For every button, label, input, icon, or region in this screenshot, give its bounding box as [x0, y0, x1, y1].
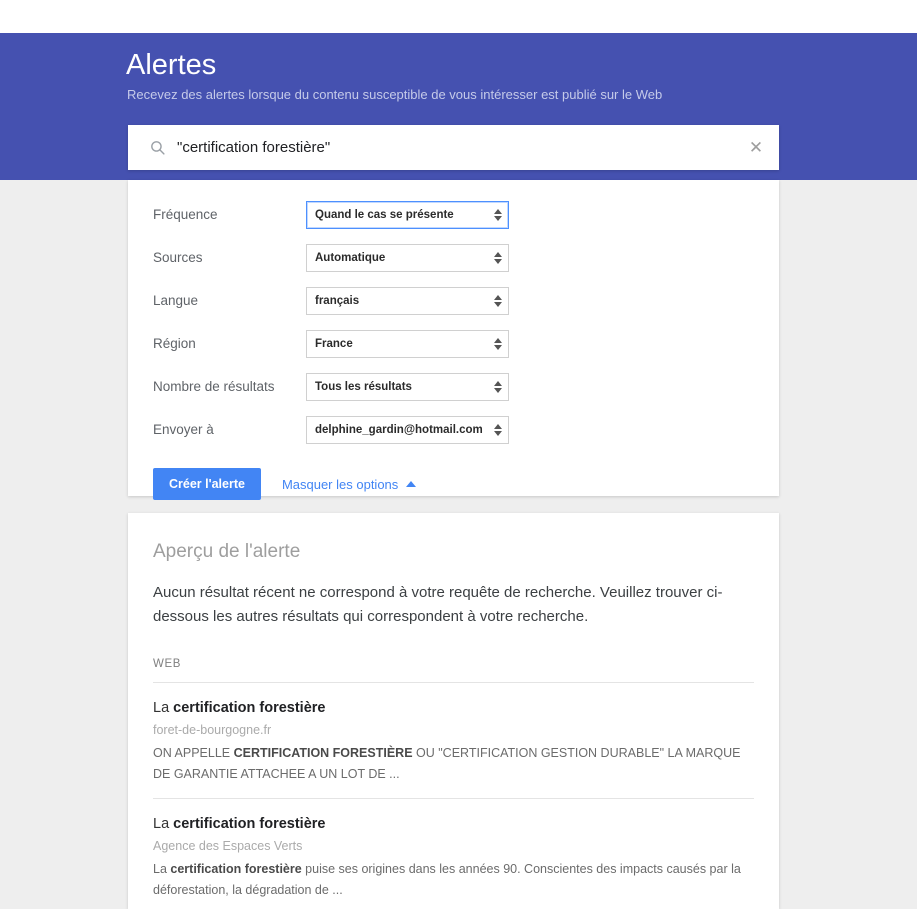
- result-title[interactable]: La certification forestière: [153, 813, 754, 835]
- result-title-prefix: La: [153, 816, 174, 832]
- list-item[interactable]: La certification forestière Agence des E…: [153, 799, 754, 909]
- option-row-region: Région France: [128, 322, 779, 365]
- page-title: Alertes: [126, 49, 217, 81]
- hide-options-label: Masquer les options: [281, 476, 399, 492]
- select-envoyer-a[interactable]: delphine_gardin@hotmail.com: [306, 415, 509, 444]
- select-sources-wrap: Automatique: [306, 243, 509, 272]
- list-item[interactable]: La certification forestière foret-de-bou…: [153, 683, 754, 799]
- alerts-page: Alertes Recevez des alertes lorsque du c…: [0, 0, 917, 909]
- select-sources[interactable]: Automatique: [306, 243, 509, 272]
- select-nombre-resultats-wrap: Tous les résultats: [306, 372, 509, 401]
- select-frequence[interactable]: Quand le cas se présente: [306, 200, 509, 229]
- label-region: Région: [153, 335, 196, 351]
- select-frequence-wrap: Quand le cas se présente: [306, 200, 509, 229]
- label-langue: Langue: [153, 292, 199, 308]
- select-langue-wrap: français: [306, 286, 509, 315]
- result-source: foret-de-bourgogne.fr: [153, 723, 272, 737]
- result-title-bold: certification forestière: [173, 700, 326, 716]
- result-title[interactable]: La certification forestière: [153, 697, 754, 719]
- label-sources: Sources: [153, 249, 203, 265]
- snippet-part: ON APPELLE: [153, 746, 234, 760]
- select-region-wrap: France: [306, 329, 509, 358]
- preview-inner: Aperçu de l'alerte Aucun résultat récent…: [128, 513, 779, 909]
- option-row-frequence: Fréquence Quand le cas se présente: [128, 193, 779, 236]
- select-region[interactable]: France: [306, 329, 509, 358]
- create-alert-button[interactable]: Créer l'alerte: [153, 468, 261, 500]
- result-snippet: ON APPELLE CERTIFICATION FORESTIÈRE OU "…: [153, 743, 753, 785]
- hide-options-link[interactable]: Masquer les options: [281, 476, 417, 492]
- option-row-sources: Sources Automatique: [128, 236, 779, 279]
- label-frequence: Fréquence: [153, 206, 218, 222]
- select-nombre-resultats[interactable]: Tous les résultats: [306, 372, 509, 401]
- select-langue[interactable]: français: [306, 286, 509, 315]
- option-row-nombre-resultats: Nombre de résultats Tous les résultats: [128, 365, 779, 408]
- result-source: Agence des Espaces Verts: [153, 839, 303, 853]
- alert-options-card: Fréquence Quand le cas se présente Sourc…: [128, 180, 779, 500]
- search-icon: [147, 138, 167, 158]
- search-input[interactable]: [177, 135, 739, 160]
- option-row-langue: Langue français: [128, 279, 779, 322]
- result-snippet: La certification forestière puise ses or…: [153, 859, 753, 901]
- snippet-part-bold: CERTIFICATION FORESTIÈRE: [233, 746, 413, 760]
- options-actions: Créer l'alerte Masquer les options: [128, 468, 779, 500]
- preview-title: Aperçu de l'alerte: [153, 541, 301, 562]
- result-title-prefix: La: [153, 700, 174, 716]
- preview-description: Aucun résultat récent ne correspond à vo…: [153, 584, 723, 625]
- page-subtitle: Recevez des alertes lorsque du contenu s…: [127, 87, 663, 102]
- snippet-part-bold: certification forestière: [170, 862, 302, 876]
- snippet-part: La: [153, 862, 171, 876]
- result-title-bold: certification forestière: [173, 816, 326, 832]
- label-nombre-resultats: Nombre de résultats: [153, 378, 275, 394]
- select-envoyer-a-wrap: delphine_gardin@hotmail.com: [306, 415, 509, 444]
- option-row-envoyer-a: Envoyer à delphine_gardin@hotmail.com: [128, 408, 779, 451]
- label-envoyer-a: Envoyer à: [153, 421, 214, 437]
- top-white-strip: [0, 0, 917, 33]
- section-label-web: WEB: [153, 656, 754, 683]
- chevron-up-icon: [406, 481, 417, 487]
- options-form: Fréquence Quand le cas se présente Sourc…: [128, 180, 779, 500]
- close-icon[interactable]: ✕: [739, 125, 773, 170]
- alert-preview-card: Aperçu de l'alerte Aucun résultat récent…: [128, 513, 779, 909]
- search-box[interactable]: ✕: [128, 125, 779, 170]
